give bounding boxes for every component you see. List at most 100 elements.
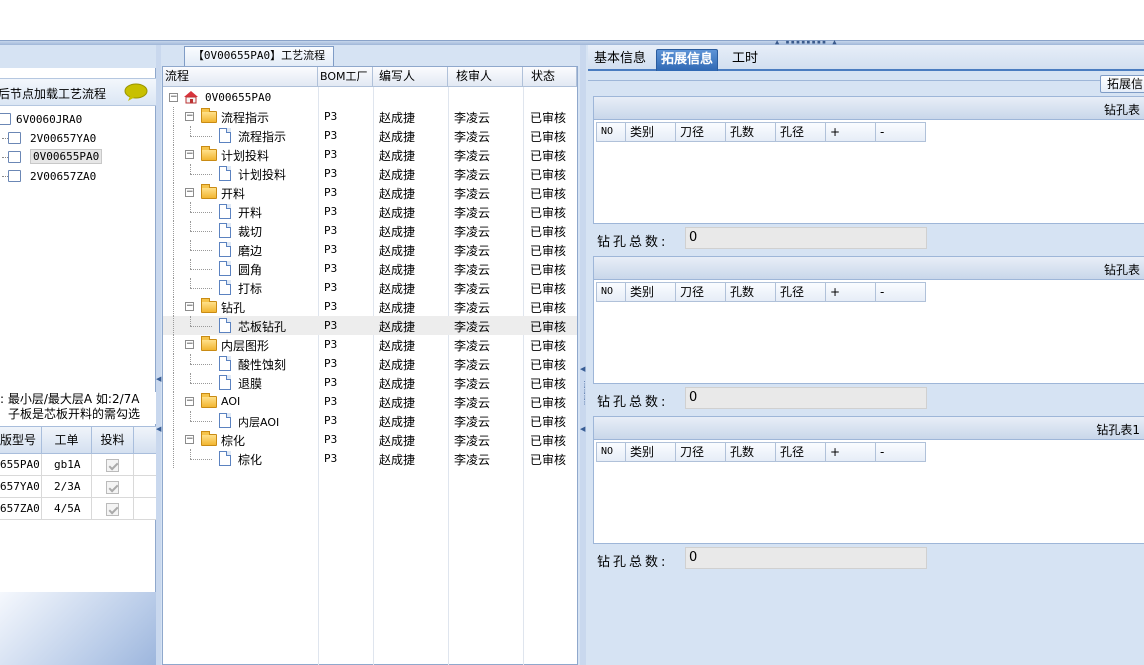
col-order[interactable]: 工单 <box>42 427 92 453</box>
node-checkbox[interactable] <box>8 151 21 163</box>
drill-col-header[interactable]: 孔数 <box>726 122 776 142</box>
drill-col-header[interactable]: + <box>826 282 876 302</box>
flow-step-label[interactable]: 磨边 <box>238 242 262 259</box>
col-reviewer[interactable]: 核审人 <box>448 67 523 87</box>
top-splitter-grip[interactable]: ▲ ▪▪▪▪▪▪▪▪ ▲ <box>775 38 845 46</box>
tree-node-label[interactable]: 6V0060JRA0 <box>16 113 82 126</box>
extended-info-subtab[interactable]: 拓展信 <box>1100 75 1144 93</box>
table-row[interactable]: 655PA0 gb1A <box>0 454 156 476</box>
col-bom[interactable]: BOM工厂 <box>318 67 373 87</box>
flow-row[interactable]: 计划投料 P3 赵成捷 李凌云 已审核 <box>163 164 577 183</box>
collapse-arrow-icon[interactable]: ◀ <box>580 365 585 373</box>
flow-row[interactable]: 裁切 P3 赵成捷 李凌云 已审核 <box>163 221 577 240</box>
tree-node-label[interactable]: 2V00657ZA0 <box>30 170 96 183</box>
tree-node[interactable]: 2V00657YA0 <box>0 129 156 148</box>
flow-row[interactable]: 圆角 P3 赵成捷 李凌云 已审核 <box>163 259 577 278</box>
collapse-arrow-icon[interactable]: ◀ <box>156 375 161 383</box>
flow-row[interactable]: 酸性蚀刻 P3 赵成捷 李凌云 已审核 <box>163 354 577 373</box>
tree-node[interactable]: 6V0060JRA0 <box>0 110 156 129</box>
drill-col-header[interactable]: - <box>876 122 926 142</box>
flow-group-label[interactable]: 开料 <box>221 185 245 202</box>
flow-row[interactable]: 芯板钻孔 P3 赵成捷 李凌云 已审核 <box>163 316 577 335</box>
tab-extended-info[interactable]: 拓展信息 <box>656 49 719 71</box>
flow-row[interactable]: − 0V00655PA0 <box>163 88 577 107</box>
tab-basic-info[interactable]: 基本信息 <box>590 49 650 71</box>
feed-checkbox[interactable] <box>106 502 119 516</box>
drill-col-header[interactable]: 类别 <box>626 442 676 462</box>
drill-col-header[interactable]: 类别 <box>626 282 676 302</box>
flow-step-label[interactable]: 酸性蚀刻 <box>238 356 286 373</box>
drill-total-field[interactable]: 0 <box>685 547 927 569</box>
drill-col-header[interactable]: 类别 <box>626 122 676 142</box>
expand-arrow-icon[interactable]: ◀ <box>580 425 585 433</box>
flow-row[interactable]: − 棕化 P3 赵成捷 李凌云 已审核 <box>163 430 577 449</box>
collapse-toggle-icon[interactable]: − <box>185 302 194 311</box>
flow-group-label[interactable]: 计划投料 <box>221 147 269 164</box>
drill-col-header[interactable]: + <box>826 122 876 142</box>
flow-step-label[interactable]: 计划投料 <box>238 166 286 183</box>
flow-row[interactable]: 流程指示 P3 赵成捷 李凌云 已审核 <box>163 126 577 145</box>
drill-col-header[interactable]: 刀径 <box>676 282 726 302</box>
flow-row[interactable]: − 开料 P3 赵成捷 李凌云 已审核 <box>163 183 577 202</box>
flow-step-label[interactable]: 内层AOI <box>238 414 279 430</box>
drill-col-header[interactable]: 孔径 <box>776 122 826 142</box>
flow-row[interactable]: 内层AOI P3 赵成捷 李凌云 已审核 <box>163 411 577 430</box>
drill-col-header[interactable]: 孔径 <box>776 282 826 302</box>
node-checkbox[interactable] <box>8 132 21 144</box>
feed-checkbox[interactable] <box>106 458 119 472</box>
col-feed[interactable]: 投料 <box>92 427 134 453</box>
col-writer[interactable]: 编写人 <box>373 67 448 87</box>
node-checkbox[interactable] <box>0 113 11 125</box>
flow-group-label[interactable]: 内层图形 <box>221 337 269 354</box>
drill-col-header[interactable]: - <box>876 442 926 462</box>
drill-col-header[interactable]: 孔数 <box>726 442 776 462</box>
tree-node-label[interactable]: 0V00655PA0 <box>30 149 103 164</box>
collapse-toggle-icon[interactable]: − <box>185 435 194 444</box>
flow-step-label[interactable]: 裁切 <box>238 223 262 240</box>
flow-row[interactable]: − 流程指示 P3 赵成捷 李凌云 已审核 <box>163 107 577 126</box>
col-status[interactable]: 状态 <box>523 67 577 87</box>
table-row[interactable]: 657ZA0 4/5A <box>0 498 156 520</box>
process-flow-tab[interactable]: 【0V00655PA0】工艺流程 <box>184 46 334 66</box>
flow-row[interactable]: 打标 P3 赵成捷 李凌云 已审核 <box>163 278 577 297</box>
col-flow[interactable]: 流程 <box>163 67 318 87</box>
drill-total-field[interactable]: 0 <box>685 387 927 409</box>
collapse-toggle-icon[interactable]: − <box>185 188 194 197</box>
feed-checkbox[interactable] <box>106 480 119 494</box>
flow-row[interactable]: 开料 P3 赵成捷 李凌云 已审核 <box>163 202 577 221</box>
flow-row[interactable]: − 内层图形 P3 赵成捷 李凌云 已审核 <box>163 335 577 354</box>
col-model[interactable]: 版型号 <box>0 427 42 453</box>
left-splitter[interactable]: ◀ ◀ <box>156 45 161 665</box>
flow-step-label[interactable]: 芯板钻孔 <box>238 318 286 335</box>
flow-group-label[interactable]: 钻孔 <box>221 299 245 316</box>
flow-row[interactable]: 棕化 P3 赵成捷 李凌云 已审核 <box>163 449 577 468</box>
drill-col-header[interactable]: NO <box>596 442 626 462</box>
drill-total-field[interactable]: 0 <box>685 227 927 249</box>
collapse-toggle-icon[interactable]: − <box>169 93 178 102</box>
flow-row[interactable]: − 计划投料 P3 赵成捷 李凌云 已审核 <box>163 145 577 164</box>
flow-group-label[interactable]: AOI <box>221 395 240 408</box>
drill-col-header[interactable]: 刀径 <box>676 442 726 462</box>
drill-col-header[interactable]: 刀径 <box>676 122 726 142</box>
drill-col-header[interactable]: + <box>826 442 876 462</box>
splitter-grip-icon[interactable]: ⋮ ⋮ ⋮ ⋮ <box>581 381 588 406</box>
node-checkbox[interactable] <box>8 170 21 182</box>
flow-step-label[interactable]: 棕化 <box>238 451 262 468</box>
right-splitter[interactable]: ◀ ⋮ ⋮ ⋮ ⋮ ◀ <box>580 45 588 665</box>
expand-arrow-icon[interactable]: ◀ <box>156 425 161 433</box>
flow-group-label[interactable]: 流程指示 <box>221 109 269 126</box>
drill-col-header[interactable]: 孔数 <box>726 282 776 302</box>
collapse-toggle-icon[interactable]: − <box>185 340 194 349</box>
table-row[interactable]: 657YA0 2/3A <box>0 476 156 498</box>
flow-step-label[interactable]: 退膜 <box>238 375 262 392</box>
drill-col-header[interactable]: - <box>876 282 926 302</box>
flow-step-label[interactable]: 打标 <box>238 280 262 297</box>
tab-work-hours[interactable]: 工时 <box>728 49 762 71</box>
flow-row[interactable]: 退膜 P3 赵成捷 李凌云 已审核 <box>163 373 577 392</box>
collapse-toggle-icon[interactable]: − <box>185 397 194 406</box>
tree-node-label[interactable]: 2V00657YA0 <box>30 132 96 145</box>
collapse-toggle-icon[interactable]: − <box>185 112 194 121</box>
flow-row[interactable]: − 钻孔 P3 赵成捷 李凌云 已审核 <box>163 297 577 316</box>
speech-bubble-icon[interactable] <box>124 83 148 101</box>
collapse-toggle-icon[interactable]: − <box>185 150 194 159</box>
